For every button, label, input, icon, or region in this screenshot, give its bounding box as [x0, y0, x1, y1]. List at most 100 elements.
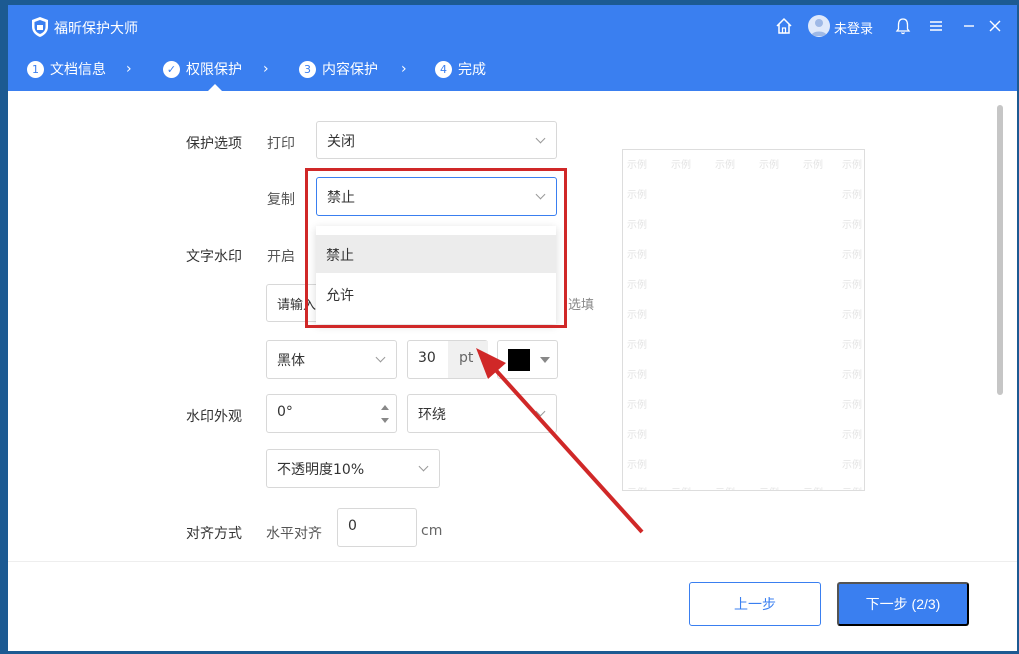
- copy-dropdown-menu: 禁止 允许: [316, 226, 556, 324]
- avatar[interactable]: [808, 15, 830, 37]
- chevron-down-icon: [535, 406, 546, 417]
- watermark-sample: 示例: [627, 340, 647, 351]
- watermark-sample: 示例: [803, 484, 823, 490]
- step-label: 完成: [458, 62, 486, 78]
- chevron-down-icon: [418, 461, 429, 472]
- watermark-sample: 示例: [759, 484, 779, 490]
- chevron-down-icon: [375, 352, 386, 363]
- rotation-value: 0°: [277, 404, 293, 420]
- step-label: 文档信息: [50, 62, 106, 78]
- login-link[interactable]: 未登录: [834, 18, 873, 37]
- watermark-sample: 示例: [842, 310, 862, 321]
- user-icon: [811, 19, 827, 36]
- watermark-sample: 示例: [715, 160, 735, 171]
- bell-icon[interactable]: [893, 16, 913, 36]
- rotation-stepper[interactable]: 0°: [266, 394, 397, 433]
- watermark-appearance-label: 水印外观: [186, 409, 242, 425]
- font-size-unit: pt: [459, 350, 474, 366]
- annotation-arrow: [476, 348, 644, 534]
- watermark-sample: 示例: [759, 160, 779, 171]
- watermark-sample: 示例: [842, 250, 862, 261]
- watermark-sample: 示例: [842, 430, 862, 441]
- alignment-label: 对齐方式: [186, 526, 242, 542]
- color-swatch: [508, 349, 530, 371]
- copy-label: 复制: [267, 192, 295, 208]
- option-label: 允许: [326, 288, 354, 304]
- font-size-unit-box: pt: [448, 341, 488, 378]
- text-watermark-label: 文字水印: [186, 249, 242, 265]
- chevron-down-icon: [535, 133, 546, 144]
- watermark-enable-label[interactable]: 开启: [267, 246, 295, 266]
- optional-hint: 选填: [568, 298, 595, 313]
- copy-select-value: 禁止: [327, 190, 355, 206]
- step-number: 3: [299, 60, 316, 78]
- horizontal-align-input[interactable]: 0: [337, 508, 417, 547]
- watermark-sample: 示例: [842, 340, 862, 351]
- step-permission[interactable]: ✓ 权限保护: [163, 59, 242, 79]
- horizontal-align-label: 水平对齐: [266, 526, 322, 542]
- home-icon[interactable]: [774, 16, 794, 36]
- chevron-right-icon: ›: [126, 61, 132, 77]
- watermark-sample: 示例: [627, 370, 647, 381]
- stepper-down-icon[interactable]: [380, 416, 390, 426]
- watermark-sample: 示例: [842, 190, 862, 201]
- dropdown-option-forbid[interactable]: 禁止: [316, 235, 556, 273]
- watermark-sample: 示例: [627, 400, 647, 411]
- step-label: 权限保护: [186, 62, 242, 78]
- watermark-sample: 示例: [715, 484, 735, 490]
- watermark-sample: 示例: [627, 250, 647, 261]
- watermark-preview: 示例 示例 示例 示例 示例 示例 示例 示例 示例 示例 示例 示例 示例 示例 示例 示例 示例 示例 示例 示例…: [622, 149, 865, 491]
- layout-select[interactable]: 环绕: [407, 394, 557, 433]
- title-bar: 福昕保护大师 未登录 1 文档信息 ✓ 权限保护 3 内容保护 4 完成 › ›…: [8, 5, 1017, 91]
- font-color-picker[interactable]: [497, 340, 558, 379]
- protect-options-label: 保护选项: [186, 136, 242, 152]
- opacity-select-value: 不透明度10%: [277, 462, 365, 478]
- active-step-indicator: [208, 84, 222, 91]
- watermark-sample: 示例: [627, 310, 647, 321]
- scrollbar[interactable]: [997, 105, 1003, 395]
- watermark-sample: 示例: [627, 484, 647, 490]
- watermark-sample: 示例: [842, 460, 862, 471]
- watermark-sample: 示例: [627, 460, 647, 471]
- opacity-select[interactable]: 不透明度10%: [266, 449, 440, 488]
- horizontal-align-unit: cm: [421, 523, 443, 539]
- chevron-down-icon: [535, 189, 546, 200]
- stepper-up-icon[interactable]: [380, 402, 390, 412]
- watermark-sample: 示例: [627, 220, 647, 231]
- chevron-right-icon: ›: [263, 61, 269, 77]
- print-select-value: 关闭: [327, 134, 355, 150]
- layout-select-value: 环绕: [418, 407, 446, 423]
- step-check-icon: ✓: [163, 60, 180, 78]
- watermark-sample: 示例: [627, 190, 647, 201]
- step-number: 4: [435, 60, 452, 78]
- footer-divider: [8, 561, 1017, 562]
- step-nav: 1 文档信息 ✓ 权限保护 3 内容保护 4 完成: [8, 59, 708, 85]
- step-doc-info[interactable]: 1 文档信息: [27, 59, 106, 79]
- watermark-sample: 示例: [671, 160, 691, 171]
- close-icon[interactable]: [985, 16, 1005, 36]
- font-size-value: 30: [418, 350, 436, 366]
- dropdown-option-allow[interactable]: 允许: [316, 275, 556, 313]
- watermark-sample: 示例: [842, 280, 862, 291]
- step-label: 内容保护: [322, 62, 378, 78]
- caret-down-icon: [540, 357, 550, 363]
- prev-button[interactable]: 上一步: [689, 582, 821, 626]
- step-content[interactable]: 3 内容保护: [299, 59, 378, 79]
- minimize-icon[interactable]: [959, 16, 979, 36]
- chevron-right-icon: ›: [401, 61, 407, 77]
- print-select[interactable]: 关闭: [316, 121, 557, 159]
- app-title: 福昕保护大师: [54, 21, 138, 37]
- watermark-sample: 示例: [803, 160, 823, 171]
- watermark-sample: 示例: [842, 400, 862, 411]
- option-label: 禁止: [326, 248, 354, 264]
- print-label: 打印: [267, 136, 295, 152]
- font-select[interactable]: 黑体: [266, 340, 397, 379]
- copy-select[interactable]: 禁止: [316, 177, 557, 216]
- watermark-sample: 示例: [627, 280, 647, 291]
- watermark-sample: 示例: [627, 160, 647, 171]
- font-size-input[interactable]: 30 pt: [407, 340, 488, 379]
- next-button[interactable]: 下一步 (2/3): [837, 582, 969, 626]
- watermark-sample: 示例: [842, 484, 862, 490]
- step-finish[interactable]: 4 完成: [435, 59, 486, 79]
- menu-icon[interactable]: [926, 16, 946, 36]
